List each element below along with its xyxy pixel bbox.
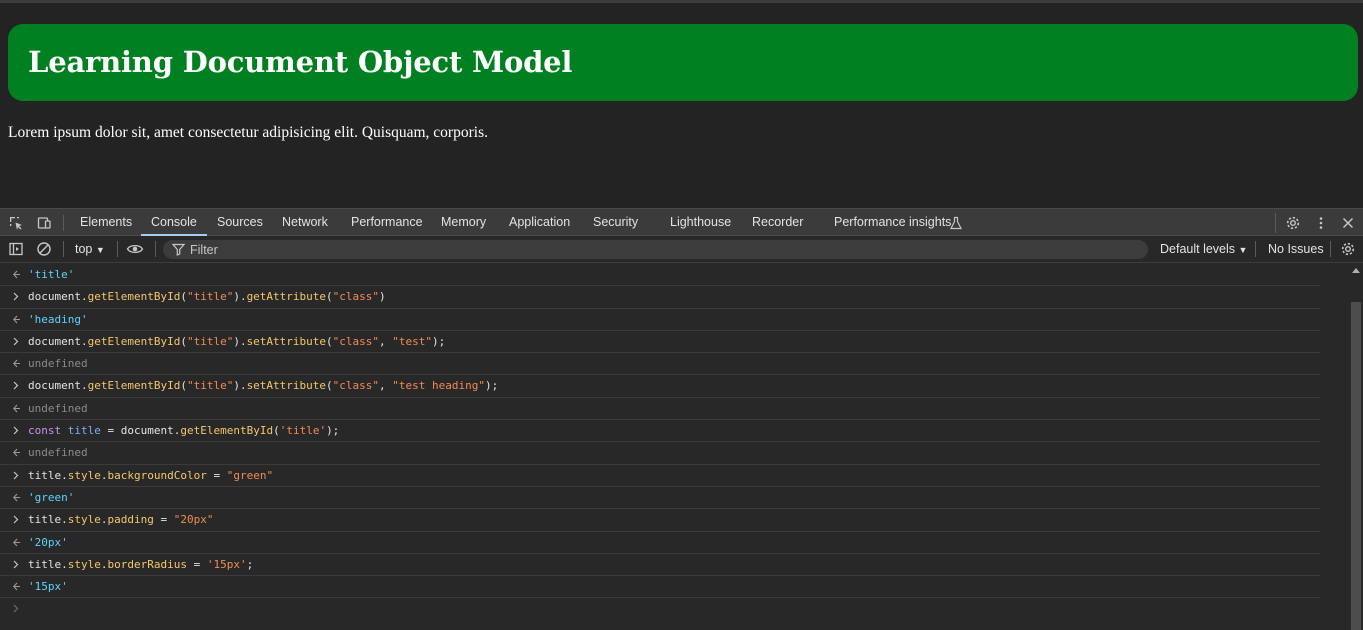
console-text: title.style.backgroundColor = "green": [28, 468, 274, 482]
console-input-row[interactable]: document.getElementById("title").setAttr…: [0, 375, 1320, 398]
toolbar-separator: [117, 241, 118, 257]
console-text: '15px': [28, 580, 68, 594]
console-result-row[interactable]: '15px': [0, 576, 1320, 599]
clear-console-icon[interactable]: [35, 240, 53, 258]
console-result-row[interactable]: undefined: [0, 442, 1320, 465]
window-top-border: [0, 0, 1363, 3]
console-scrollbar[interactable]: [1349, 264, 1363, 630]
context-selector-label: top: [75, 242, 93, 256]
tabbar-separator: [63, 215, 64, 231]
tab-application[interactable]: Application: [509, 209, 570, 236]
filter-funnel-icon: [172, 243, 185, 256]
input-chevron-icon: [12, 465, 22, 486]
console-input-row[interactable]: document.getElementById("title").getAttr…: [0, 286, 1320, 309]
scroll-thumb[interactable]: [1351, 302, 1361, 630]
console-settings-gear-icon[interactable]: [1339, 240, 1357, 258]
console-text: const title = document.getElementById('t…: [28, 424, 340, 438]
console-result-row[interactable]: '20px': [0, 532, 1320, 554]
result-arrow-icon: [12, 576, 22, 597]
page-paragraph: Lorem ipsum dolor sit, amet consectetur …: [8, 124, 488, 141]
page-title: Learning Document Object Model: [28, 45, 573, 79]
console-result-row[interactable]: 'title': [0, 264, 1320, 287]
console-result-row[interactable]: 'heading': [0, 309, 1320, 331]
console-text: 'heading': [28, 312, 88, 326]
close-icon[interactable]: [1339, 214, 1357, 232]
devtools-tabbar: Elements Console Sources Network Perform…: [0, 208, 1363, 236]
tab-network[interactable]: Network: [282, 209, 328, 236]
console-input-row[interactable]: title.style.padding = "20px": [0, 509, 1320, 532]
tab-console[interactable]: Console: [141, 209, 207, 236]
tab-security[interactable]: Security: [593, 209, 638, 236]
tab-performance-insights[interactable]: Performance insights: [834, 209, 951, 236]
device-toolbar-icon[interactable]: [35, 214, 53, 232]
filter-input[interactable]: [190, 240, 1090, 259]
input-chevron-icon: [12, 554, 22, 575]
context-selector[interactable]: top ▼: [75, 236, 105, 262]
log-levels-dropdown[interactable]: Default levels ▼: [1160, 236, 1247, 262]
input-chevron-icon: [12, 286, 22, 307]
toolbar-separator: [1330, 241, 1331, 257]
flask-icon: [947, 214, 965, 232]
result-arrow-icon: [12, 532, 22, 553]
console-text: undefined: [28, 401, 88, 415]
scroll-up-arrow-icon[interactable]: [1352, 268, 1360, 273]
console-input-row[interactable]: title.style.borderRadius = '15px';: [0, 554, 1320, 577]
console-text: document.getElementById("title").setAttr…: [28, 334, 446, 348]
console-result-row[interactable]: undefined: [0, 398, 1320, 421]
result-arrow-icon: [12, 264, 22, 285]
console-text: undefined: [28, 357, 88, 371]
tab-sources[interactable]: Sources: [217, 209, 263, 236]
result-arrow-icon: [12, 487, 22, 508]
result-arrow-icon: [12, 442, 22, 463]
live-expression-eye-icon[interactable]: [126, 240, 144, 258]
settings-gear-icon[interactable]: [1284, 214, 1302, 232]
console-input-row[interactable]: title.style.backgroundColor = "green": [0, 465, 1320, 487]
toolbar-separator: [63, 241, 64, 257]
prompt-chevron-icon: [12, 598, 20, 626]
console-text: '20px': [28, 535, 68, 549]
log-levels-label: Default levels: [1160, 242, 1236, 256]
console-prompt[interactable]: [0, 598, 1349, 620]
tab-performance[interactable]: Performance: [351, 209, 423, 236]
input-chevron-icon: [12, 375, 22, 396]
tab-recorder[interactable]: Recorder: [752, 209, 803, 236]
more-options-icon[interactable]: [1312, 214, 1330, 232]
console-input-row[interactable]: document.getElementById("title").setAttr…: [0, 331, 1320, 354]
console-output[interactable]: 'title' document.getElementById("title").…: [0, 264, 1349, 630]
console-text: 'title': [28, 268, 75, 281]
tab-lighthouse[interactable]: Lighthouse: [670, 209, 731, 236]
result-arrow-icon: [12, 309, 22, 330]
result-arrow-icon: [12, 353, 22, 374]
toolbar-separator: [155, 241, 156, 257]
chevron-down-icon: ▼: [95, 245, 105, 255]
page-viewport: Learning Document Object Model Lorem ips…: [0, 0, 1363, 208]
console-text: title.style.borderRadius = '15px';: [28, 557, 254, 571]
console-toolbar: top ▼ Default levels ▼ No Issues: [0, 236, 1363, 263]
toolbar-separator: [1255, 241, 1256, 257]
sidebar-toggle-icon[interactable]: [7, 240, 25, 258]
chevron-down-icon: ▼: [1238, 245, 1248, 255]
tab-elements[interactable]: Elements: [80, 209, 132, 236]
console-text: title.style.padding = "20px": [28, 513, 214, 527]
inspect-element-icon[interactable]: [7, 214, 25, 232]
input-chevron-icon: [12, 420, 22, 441]
input-chevron-icon: [12, 331, 22, 352]
tab-memory[interactable]: Memory: [441, 209, 486, 236]
filter-box[interactable]: [163, 240, 1148, 259]
console-text: 'green': [28, 490, 75, 504]
devtools-panel: Elements Console Sources Network Perform…: [0, 208, 1363, 630]
console-text: document.getElementById("title").setAttr…: [28, 379, 499, 393]
issues-button[interactable]: No Issues: [1268, 236, 1324, 262]
console-result-row[interactable]: undefined: [0, 353, 1320, 376]
console-result-row[interactable]: 'green': [0, 487, 1320, 510]
input-chevron-icon: [12, 509, 22, 530]
console-text: undefined: [28, 446, 88, 460]
title-heading-box: Learning Document Object Model: [8, 24, 1358, 101]
result-arrow-icon: [12, 398, 22, 419]
console-text: document.getElementById("title").getAttr…: [28, 290, 386, 304]
tabbar-separator-right: [1275, 213, 1276, 233]
console-input-row[interactable]: const title = document.getElementById('t…: [0, 420, 1320, 443]
